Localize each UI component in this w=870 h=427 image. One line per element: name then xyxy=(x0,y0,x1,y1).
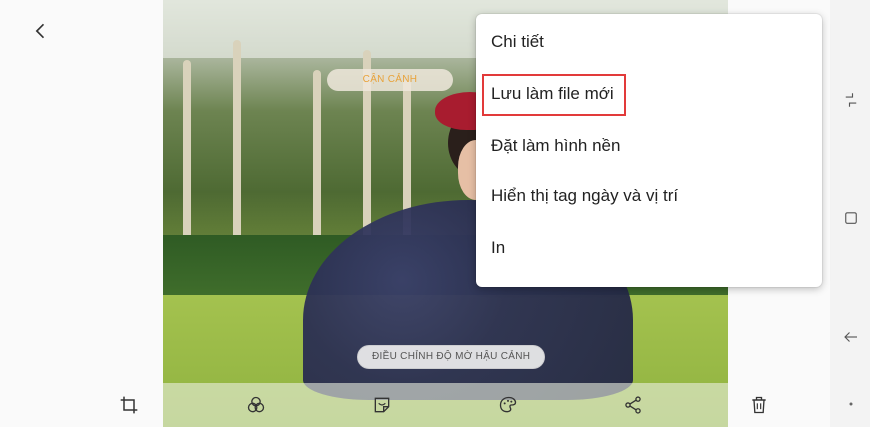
overflow-menu: Chi tiết Lưu làm file mới Đặt làm hình n… xyxy=(476,14,822,287)
adjust-background-blur-button[interactable]: ĐIỀU CHỈNH ĐỘ MỜ HẬU CẢNH xyxy=(357,345,546,369)
menu-item-show-date-location-tag[interactable]: Hiển thị tag ngày và vị trí xyxy=(476,172,822,220)
back-button[interactable] xyxy=(28,18,54,44)
gallery-photo-editor-screen: CẬN CẢNH ĐIỀU CHỈNH ĐỘ MỜ HẬU CẢNH Chi t… xyxy=(0,0,870,427)
menu-item-print[interactable]: In xyxy=(476,224,822,272)
menu-item-label: Đặt làm hình nền xyxy=(491,136,621,155)
crop-button[interactable] xyxy=(114,390,144,420)
sticker-icon xyxy=(374,397,390,413)
share-icon xyxy=(625,396,641,414)
menu-item-label: Chi tiết xyxy=(491,32,544,51)
crop-icon xyxy=(120,396,138,414)
menu-item-save-as-new-file[interactable]: Lưu làm file mới xyxy=(476,70,822,118)
menu-item-label: Hiển thị tag ngày và vị trí xyxy=(491,186,679,205)
menu-item-label: In xyxy=(491,238,506,257)
home-square-icon xyxy=(845,212,857,224)
chevron-left-icon xyxy=(35,23,45,39)
filter-icon xyxy=(247,396,265,413)
focus-tag-closeup[interactable]: CẬN CẢNH xyxy=(327,69,453,91)
home-button[interactable] xyxy=(840,207,862,229)
menu-item-label: Lưu làm file mới xyxy=(491,84,614,103)
trash-icon xyxy=(752,396,766,414)
recent-apps-button[interactable] xyxy=(840,89,862,111)
paint-button[interactable] xyxy=(493,390,523,420)
filter-button[interactable] xyxy=(241,390,271,420)
nav-handle[interactable] xyxy=(840,393,862,415)
sticker-button[interactable] xyxy=(367,390,397,420)
menu-item-details[interactable]: Chi tiết xyxy=(476,18,822,66)
delete-button[interactable] xyxy=(744,390,774,420)
dot-icon xyxy=(849,402,853,406)
share-button[interactable] xyxy=(618,390,648,420)
menu-item-set-as-wallpaper[interactable]: Đặt làm hình nền xyxy=(476,122,822,170)
back-arrow-icon xyxy=(844,332,857,342)
paint-palette-icon xyxy=(499,396,517,413)
system-back-button[interactable] xyxy=(840,326,862,348)
recent-apps-icon xyxy=(845,93,857,107)
